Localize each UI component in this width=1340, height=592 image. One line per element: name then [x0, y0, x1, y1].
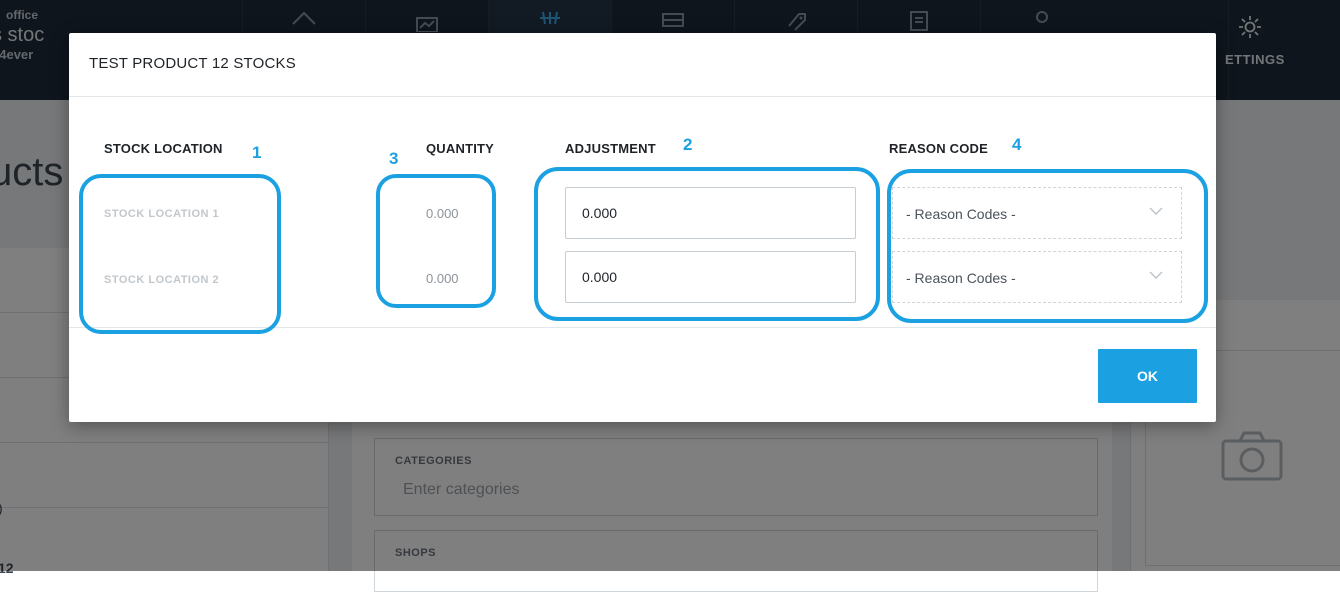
- annotation-marker-1: 1: [252, 143, 262, 162]
- annotation-marker-4: 4: [1012, 135, 1022, 154]
- dialog-header: TEST PRODUCT 12 STOCKS: [69, 33, 1216, 97]
- column-quantity: QUANTITY: [426, 141, 495, 156]
- annotation-outline-1: [79, 174, 281, 334]
- annotation-marker-3: 3: [389, 149, 399, 168]
- column-stock-location: STOCK LOCATION: [104, 141, 223, 156]
- annotation-marker-2: 2: [683, 135, 693, 154]
- annotation-outline-3: [376, 174, 496, 308]
- stocks-dialog: TEST PRODUCT 12 STOCKS STOCK LOCATION QU…: [69, 33, 1216, 422]
- annotation-outline-2: [534, 167, 880, 321]
- column-adjustment: ADJUSTMENT: [565, 141, 656, 156]
- ok-button[interactable]: OK: [1098, 349, 1197, 403]
- annotation-outline-4: [887, 169, 1208, 323]
- dialog-title: TEST PRODUCT 12 STOCKS: [89, 55, 296, 72]
- column-reason-code: REASON CODE: [889, 141, 988, 156]
